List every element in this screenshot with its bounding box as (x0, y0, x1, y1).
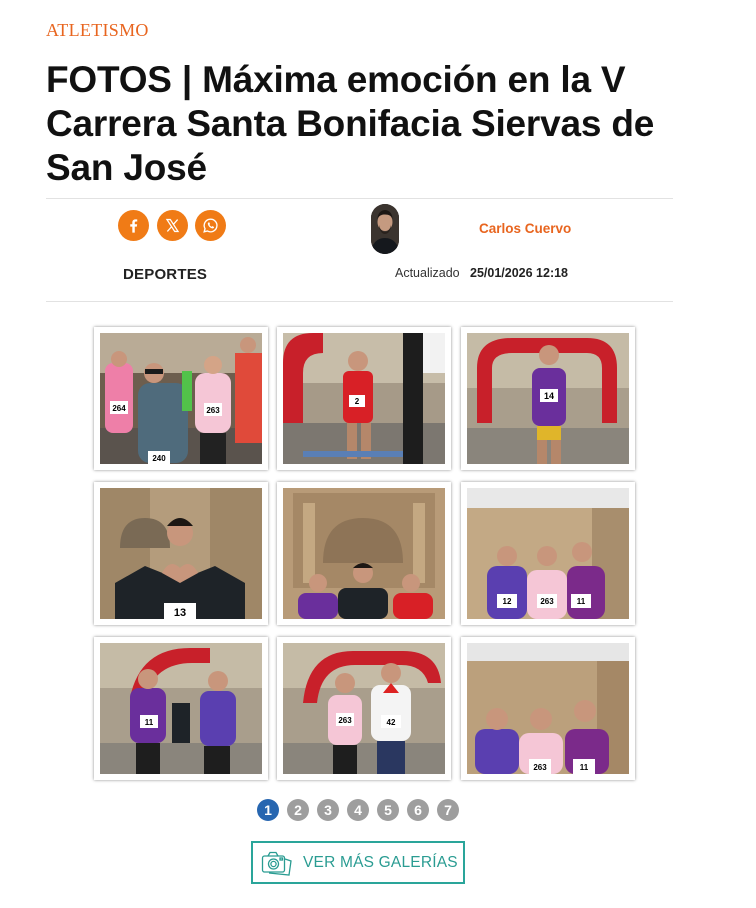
divider-bottom (46, 301, 673, 302)
gallery-photo-4[interactable]: 13 (94, 482, 268, 625)
photo-runner-purple: 14 (467, 333, 629, 464)
gallery-photo-3[interactable]: 14 (461, 327, 635, 470)
bib-text: 2 (355, 397, 360, 406)
photo-three-women-closeup: 263 11 (467, 643, 629, 774)
page-2-button[interactable]: 2 (287, 799, 309, 821)
bib-text: 42 (387, 718, 396, 727)
page-6-button[interactable]: 6 (407, 799, 429, 821)
bib-text: 264 (112, 404, 126, 413)
camera-icon (261, 851, 292, 876)
bib-text: 263 (533, 763, 547, 772)
gallery-photo-5[interactable] (277, 482, 451, 625)
bib-text: 11 (145, 718, 154, 727)
divider-top (46, 198, 673, 199)
photo-runner-heart: 13 (100, 488, 262, 619)
more-galleries-label: VER MÁS GALERÍAS (303, 853, 458, 871)
share-whatsapp-button[interactable] (195, 210, 226, 241)
category-link[interactable]: DEPORTES (123, 266, 207, 283)
bib-text: 12 (503, 597, 512, 606)
photo-two-women-arch: 11 (100, 643, 262, 774)
updated-label: Actualizado (395, 266, 460, 280)
photo-facade-trio (283, 488, 445, 619)
author-avatar[interactable] (371, 204, 399, 254)
facebook-icon (130, 219, 138, 233)
photo-three-women: 12 263 11 (467, 488, 629, 619)
photo-runners-group: 264 240 263 (100, 333, 262, 464)
page-5-button[interactable]: 5 (377, 799, 399, 821)
gallery-photo-1[interactable]: 264 240 263 (94, 327, 268, 470)
gallery-photo-7[interactable]: 11 (94, 637, 268, 780)
bib-text: 263 (338, 716, 352, 725)
gallery-photo-9[interactable]: 263 11 (461, 637, 635, 780)
gallery-photo-6[interactable]: 12 263 11 (461, 482, 635, 625)
share-facebook-button[interactable] (118, 210, 149, 241)
gallery-pagination: 1 2 3 4 5 6 7 (257, 799, 459, 821)
updated-date: 25/01/2026 12:18 (470, 266, 569, 280)
author-name[interactable]: Carlos Cuervo (479, 221, 571, 236)
photo-pair-finish: 263 42 (283, 643, 445, 774)
share-x-button[interactable] (157, 210, 188, 241)
whatsapp-icon (203, 218, 218, 233)
bib-text: 14 (544, 391, 554, 401)
gallery-photo-2[interactable]: 2 (277, 327, 451, 470)
bib-text: 13 (174, 607, 186, 619)
bib-text: 263 (540, 597, 554, 606)
bib-text: 240 (152, 454, 166, 463)
more-galleries-button[interactable]: VER MÁS GALERÍAS (251, 841, 465, 884)
article-title: FOTOS | Máxima emoción en la V Carrera S… (46, 59, 655, 188)
bib-text: 263 (206, 406, 220, 415)
page-7-button[interactable]: 7 (437, 799, 459, 821)
page-3-button[interactable]: 3 (317, 799, 339, 821)
gallery-photo-8[interactable]: 263 42 (277, 637, 451, 780)
page-4-button[interactable]: 4 (347, 799, 369, 821)
x-icon (165, 218, 180, 233)
bib-text: 11 (577, 597, 586, 606)
page-1-button[interactable]: 1 (257, 799, 279, 821)
section-link[interactable]: ATLETISMO (46, 20, 149, 41)
photo-runner-red: 2 (283, 333, 445, 464)
bib-text: 11 (580, 763, 589, 772)
